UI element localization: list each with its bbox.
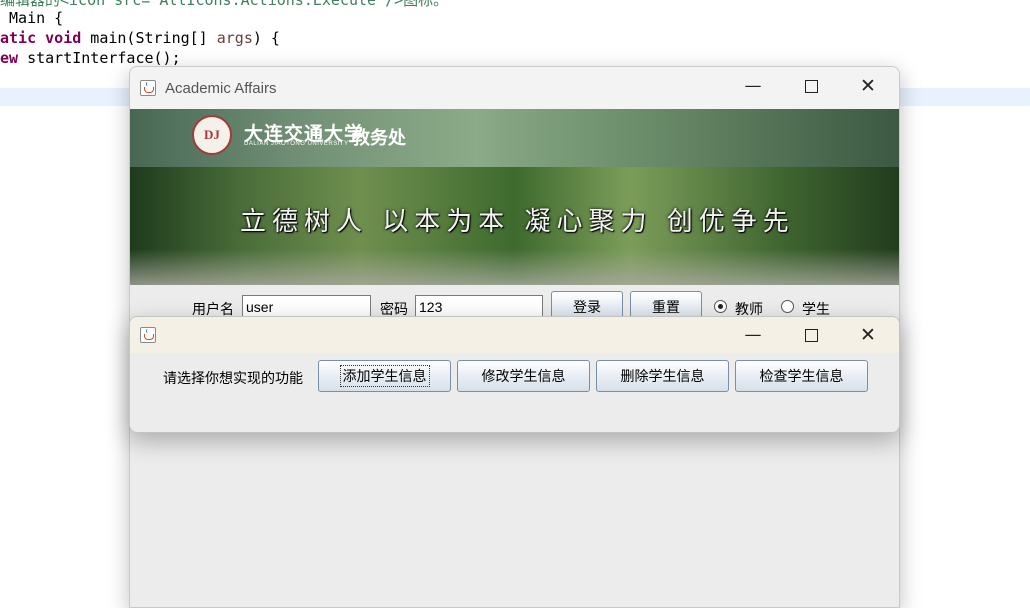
- code-text: main(String[]: [81, 29, 217, 47]
- code-line-new: ew startInterface();: [0, 48, 181, 68]
- code-line-class: Main {: [0, 9, 64, 27]
- university-seal-logo: DJ: [192, 115, 232, 155]
- window-title: Academic Affairs: [165, 79, 277, 97]
- university-banner: DJ 大连交通大学 DALIAN JIAOTONG UNIVERSITY 教务处…: [130, 109, 899, 285]
- check-student-button[interactable]: 检查学生信息: [735, 360, 868, 392]
- department-name: 教务处: [352, 128, 406, 149]
- university-motto: 立德树人 以本为本 凝心聚力 创优争先: [240, 207, 795, 237]
- delete-student-button[interactable]: 删除学生信息: [596, 360, 729, 392]
- code-text: ) {: [252, 29, 280, 47]
- java-app-icon: [140, 327, 156, 343]
- maximize-icon: [804, 79, 818, 93]
- keyword-static: atic: [0, 29, 37, 47]
- add-student-label: 添加学生信息: [339, 365, 430, 387]
- keyword-void: void: [45, 29, 82, 47]
- function-prompt: 请选择你想实现的功能: [163, 371, 303, 387]
- close-button[interactable]: ✕: [839, 67, 897, 105]
- student-radio[interactable]: [781, 300, 794, 313]
- code-text: startInterface();: [18, 49, 181, 67]
- dialog-minimize-button[interactable]: —: [724, 317, 782, 353]
- code-line-main: atic void main(String[] args) {: [0, 28, 280, 48]
- window-titlebar[interactable]: Academic Affairs — ✕: [130, 67, 899, 109]
- code-line-comment: 编辑器的<icon src="AllIcons.Actions.Execute"…: [0, 0, 449, 9]
- java-app-icon: [140, 80, 156, 96]
- maximize-button[interactable]: [782, 67, 840, 105]
- close-icon: ✕: [860, 75, 876, 97]
- param-args: args: [216, 29, 253, 47]
- function-select-dialog[interactable]: — ✕ 请选择你想实现的功能 添加学生信息 修改学生信息 删除学生信息 检查学生…: [129, 316, 900, 433]
- close-icon: ✕: [860, 324, 876, 346]
- dialog-close-button[interactable]: ✕: [839, 317, 897, 353]
- minimize-icon: —: [744, 76, 762, 96]
- minimize-icon: —: [744, 325, 762, 345]
- teacher-radio[interactable]: [714, 300, 727, 313]
- maximize-icon: [804, 328, 818, 342]
- university-english-name: DALIAN JIAOTONG UNIVERSITY: [244, 141, 349, 147]
- dialog-maximize-button[interactable]: [782, 317, 840, 353]
- add-student-button[interactable]: 添加学生信息: [318, 360, 451, 392]
- keyword-new: ew: [0, 49, 19, 67]
- banner-road: [130, 249, 899, 285]
- modify-student-button[interactable]: 修改学生信息: [457, 360, 590, 392]
- dialog-titlebar[interactable]: — ✕: [130, 317, 899, 353]
- minimize-button[interactable]: —: [724, 67, 782, 105]
